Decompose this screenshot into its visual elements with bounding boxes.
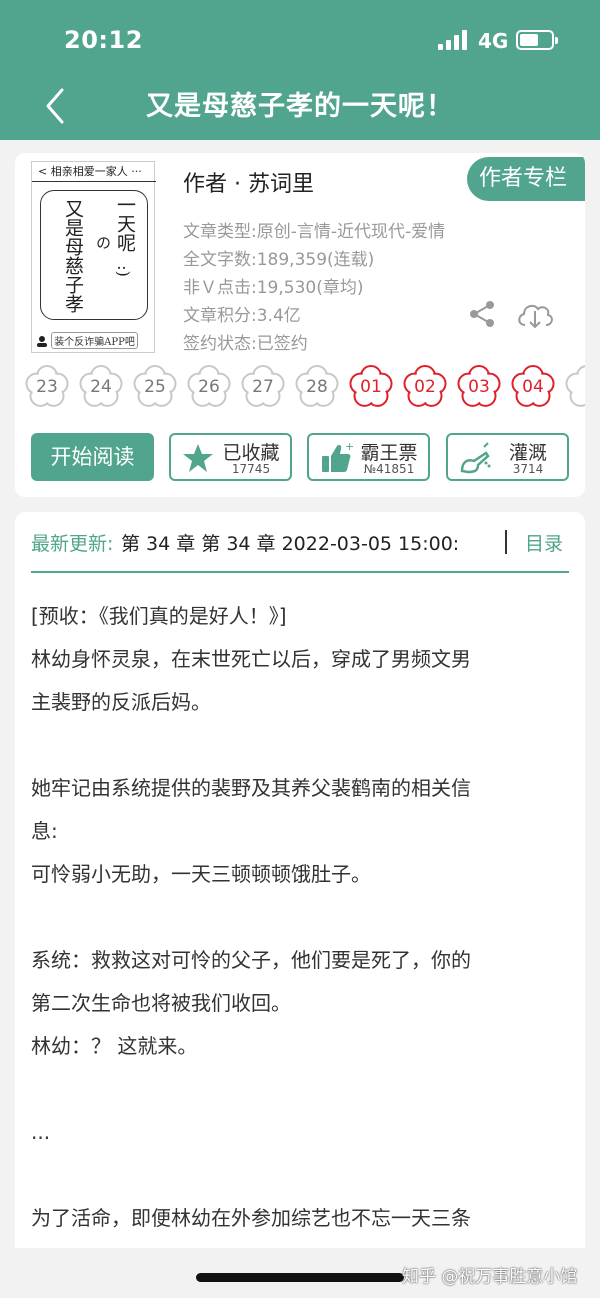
latest-update-label: 最新更新: <box>31 533 114 555</box>
water-button[interactable]: 灌溉 3714 <box>446 433 569 481</box>
collect-count: 17745 <box>231 462 271 476</box>
watering-can-icon <box>458 441 492 475</box>
water-count: 3714 <box>512 462 544 476</box>
svg-text:+: + <box>345 441 353 453</box>
calendar-flower-label: 04 <box>522 377 544 397</box>
calendar-flower-label: 28 <box>306 377 328 397</box>
vote-count: №41851 <box>363 462 415 476</box>
intro-line: [预收：《我们真的是好人！》] <box>31 604 287 628</box>
calendar-flower-label: 03 <box>468 377 490 397</box>
divider-line <box>31 571 569 573</box>
vote-label: 霸王票 <box>360 442 418 464</box>
intro-line: 可怜弱小无助，一天三顿顿顿饿肚子。 <box>31 862 371 886</box>
intro-line <box>31 1068 571 1111</box>
info-word-count: 全文字数:189,359(连载) <box>183 250 375 270</box>
calendar-flower[interactable] <box>563 363 585 411</box>
cover-title-part-1: 又是母慈子孝 <box>62 199 84 313</box>
intro-line: 息: <box>31 819 58 843</box>
thumbs-up-icon: + <box>319 440 354 475</box>
status-time: 20:12 <box>64 26 143 54</box>
intro-line: 林幼身怀灵泉，在末世死亡以后，穿成了男频文男 <box>31 647 471 671</box>
calendar-flowers: 23 24 25 26 27 28 01 02 03 04 <box>15 363 585 413</box>
calendar-flower-label: 02 <box>414 377 436 397</box>
status-bar: 20:12 4G <box>0 0 600 80</box>
battery-icon <box>516 30 558 50</box>
cover-speech-bubble: 一天呢 の 又是母慈子孝 :) <box>40 190 148 320</box>
cover-top-text: < 相亲相爱一家人 ··· <box>32 162 156 182</box>
intro-line: 主裴野的反派后妈。 <box>31 690 211 714</box>
intro-line: ... <box>31 1120 51 1144</box>
cover-title-part-3: 一天呢 <box>114 195 136 252</box>
calendar-flower[interactable]: 23 <box>23 363 71 411</box>
home-indicator[interactable] <box>196 1273 404 1282</box>
intro-line <box>31 896 571 939</box>
intro-line: 系统：救救这对可怜的父子，他们要是死了，你的 <box>31 948 471 972</box>
collect-button[interactable]: 已收藏 17745 <box>169 433 292 481</box>
latest-update-text[interactable]: 第 34 章 第 34 章 2022-03-05 15:00: <box>121 529 481 556</box>
divider <box>505 530 507 554</box>
water-label: 灌溉 <box>508 442 547 464</box>
calendar-flower-label: 26 <box>198 377 220 397</box>
toc-button[interactable]: 目录 <box>525 529 563 556</box>
intro-line: 第二次生命也将被我们收回。 <box>31 991 291 1015</box>
cover-emoticon: :) <box>113 265 133 277</box>
calendar-flower-label: 25 <box>144 377 166 397</box>
calendar-flower[interactable]: 01 <box>347 363 395 411</box>
intro-line: 林幼：？ 这就来。 <box>31 1034 198 1058</box>
page-title: 又是母慈子孝的一天呢！ <box>146 91 454 122</box>
star-icon <box>181 441 215 475</box>
calendar-flower-label: 01 <box>360 377 382 397</box>
calendar-flower[interactable]: 24 <box>77 363 125 411</box>
info-points: 文章积分:3.4亿 <box>183 306 301 326</box>
book-introduction: [预收：《我们真的是好人！》] 林幼身怀灵泉，在末世死亡以后，穿成了男频文男 主裴野… <box>31 595 571 1240</box>
calendar-flower-label: 27 <box>252 377 274 397</box>
info-article-type: 文章类型:原创-言情-近代现代-爱情 <box>183 222 446 242</box>
intro-line: 她牢记由系统提供的裴野及其养父裴鹤南的相关信 <box>31 776 471 800</box>
calendar-flower-label: 23 <box>36 377 58 397</box>
intro-card: 最新更新: 第 34 章 第 34 章 2022-03-05 15:00: 目录… <box>15 512 585 1248</box>
start-reading-button[interactable]: 开始阅读 <box>31 433 154 481</box>
calendar-flower[interactable]: 28 <box>293 363 341 411</box>
intro-line <box>31 724 571 767</box>
intro-line <box>31 1154 571 1197</box>
calendar-flower[interactable]: 03 <box>455 363 503 411</box>
calendar-flower[interactable]: 04 <box>509 363 557 411</box>
book-info-card: < 相亲相爱一家人 ··· 一天呢 の 又是母慈子孝 :) 装个反诈骗APP吧 … <box>15 153 585 497</box>
calendar-flower[interactable]: 26 <box>185 363 233 411</box>
share-icon[interactable] <box>467 299 497 329</box>
calendar-flower[interactable]: 25 <box>131 363 179 411</box>
watermark: 知乎 @祝万事胜意小馆 <box>402 1267 578 1287</box>
book-cover[interactable]: < 相亲相爱一家人 ··· 一天呢 の 又是母慈子孝 :) 装个反诈骗APP吧 <box>31 161 156 353</box>
vote-button[interactable]: + 霸王票 №41851 <box>307 433 430 481</box>
calendar-flower[interactable]: 27 <box>239 363 287 411</box>
calendar-flower[interactable]: 02 <box>401 363 449 411</box>
app-header: 20:12 4G 又是母慈子孝的一天呢！ <box>0 0 600 140</box>
network-type: 4G <box>478 29 509 53</box>
info-clicks: 非Ｖ点击:19,530(章均) <box>183 278 364 298</box>
intro-line: 为了活命，即便林幼在外参加综艺也不忘一天三条 <box>31 1206 471 1230</box>
info-sign-status: 签约状态:已签约 <box>183 334 308 354</box>
collect-label: 已收藏 <box>222 442 280 464</box>
author-name[interactable]: 作者 · 苏词里 <box>183 166 314 198</box>
author-column-button[interactable]: 作者专栏 <box>467 157 585 201</box>
cloud-download-icon[interactable] <box>515 299 555 331</box>
signal-icon <box>438 30 470 50</box>
calendar-flower-label: 24 <box>90 377 112 397</box>
cover-title-part-2: の <box>94 235 112 250</box>
cover-bottom-bar: 装个反诈骗APP吧 <box>36 332 152 350</box>
